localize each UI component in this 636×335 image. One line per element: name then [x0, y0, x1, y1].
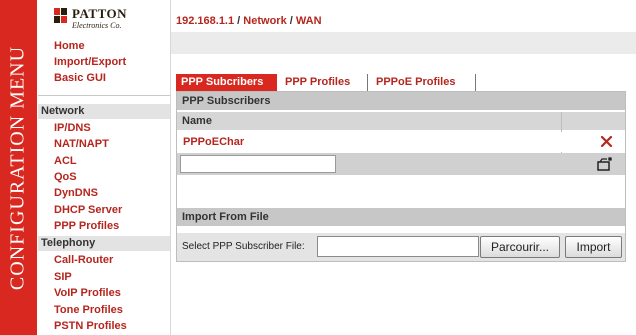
patton-logo: PATTON Electronics Co. — [54, 5, 132, 37]
file-label: Select PPP Subscriber File: — [182, 241, 305, 252]
breadcrumb: 192.168.1.1 / Network / WAN — [176, 15, 322, 27]
tab-ppp-subscribers[interactable]: PPP Subcribers — [176, 74, 277, 91]
header-band — [171, 32, 636, 54]
nav-item-ip-dns[interactable]: IP/DNS — [54, 122, 91, 134]
banner-text: CONFIGURATION MENU — [6, 45, 29, 291]
nav-section-telephony: Telephony — [38, 236, 170, 251]
nav-section-network: Network — [38, 104, 170, 119]
new-entry-row — [177, 153, 625, 175]
import-row: Select PPP Subscriber File: Parcourir...… — [177, 233, 625, 261]
nav-item-call-router[interactable]: Call-Router — [54, 254, 113, 266]
nav-item-acl[interactable]: ACL — [54, 155, 77, 167]
main-content: 192.168.1.1 / Network / WAN PPP Subcribe… — [171, 0, 636, 335]
config-menu-banner: CONFIGURATION MENU — [0, 0, 37, 335]
nav-item-home[interactable]: Home — [54, 40, 85, 52]
import-button[interactable]: Import — [565, 236, 622, 258]
breadcrumb-section[interactable]: Network — [243, 15, 286, 27]
delete-x-icon[interactable] — [600, 135, 613, 148]
nav-item-import-export[interactable]: Import/Export — [54, 56, 126, 68]
subscriber-name-link[interactable]: PPPoEChar — [183, 136, 244, 148]
panel-title: PPP Subscribers — [177, 92, 625, 110]
new-subscriber-input[interactable] — [180, 155, 336, 173]
logo-subtitle: Electronics Co. — [72, 21, 122, 30]
nav-item-voip-profiles[interactable]: VoIP Profiles — [54, 287, 121, 299]
import-section-title: Import From File — [177, 208, 625, 226]
nav-item-ppp-profiles[interactable]: PPP Profiles — [54, 220, 119, 232]
table-row: PPPoEChar — [177, 132, 625, 152]
logo-mark-icon — [54, 8, 67, 23]
nav-item-basic-gui[interactable]: Basic GUI — [54, 72, 106, 84]
column-header-name: Name — [177, 112, 625, 130]
nav-divider — [38, 95, 170, 96]
tab-pppoe-profiles[interactable]: PPPoE Profiles — [371, 74, 476, 91]
tab-ppp-profiles[interactable]: PPP Profiles — [280, 74, 368, 91]
logo-word: PATTON — [72, 6, 128, 21]
nav-item-qos[interactable]: QoS — [54, 171, 77, 183]
breadcrumb-ip[interactable]: 192.168.1.1 — [176, 15, 234, 27]
browse-button[interactable]: Parcourir... — [480, 236, 560, 258]
add-new-icon[interactable] — [596, 156, 614, 172]
breadcrumb-separator: / — [286, 15, 296, 27]
nav-item-dyndns[interactable]: DynDNS — [54, 187, 98, 199]
nav-item-sip[interactable]: SIP — [54, 271, 72, 283]
file-path-input[interactable] — [317, 236, 479, 257]
nav-item-nat-napt[interactable]: NAT/NAPT — [54, 138, 109, 150]
subscribers-panel: PPP Subscribers Name PPPoEChar Import Fr… — [176, 91, 626, 262]
sidebar: PATTON Electronics Co. Home Import/Expor… — [37, 0, 171, 335]
nav-item-dhcp-server[interactable]: DHCP Server — [54, 204, 122, 216]
nav-item-pstn-profiles[interactable]: PSTN Profiles — [54, 320, 127, 332]
nav-item-tone-profiles[interactable]: Tone Profiles — [54, 304, 123, 316]
breadcrumb-page[interactable]: WAN — [296, 15, 322, 27]
breadcrumb-separator: / — [234, 15, 244, 27]
